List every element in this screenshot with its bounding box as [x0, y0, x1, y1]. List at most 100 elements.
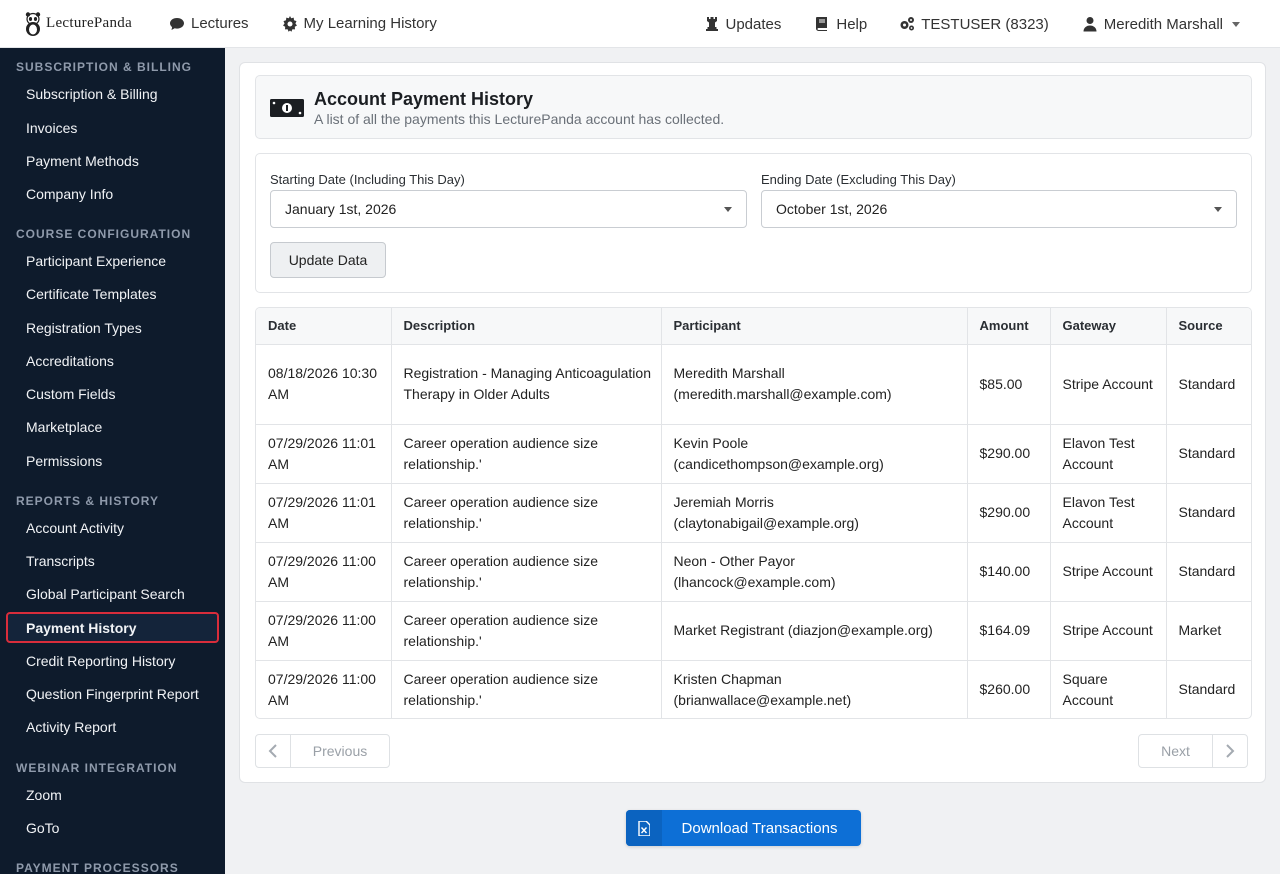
- nav-account[interactable]: TESTUSER (8323): [899, 0, 1049, 48]
- sidebar-section-payment-processors: Payment Processors: [16, 861, 179, 874]
- sidebar-item-custom-fields[interactable]: Custom Fields: [6, 378, 219, 409]
- table-row: 07/29/2026 11:00 AM Career operation aud…: [256, 601, 1251, 661]
- cell-date: 07/29/2026 11:01 AM: [256, 424, 392, 484]
- cell-amount: $260.00: [967, 660, 1051, 718]
- nav-learning-history-label: My Learning History: [303, 15, 437, 32]
- chevron-left-icon: [256, 735, 291, 767]
- cell-description: Career operation audience size relations…: [391, 542, 662, 602]
- nav-user-label: Meredith Marshall: [1103, 15, 1223, 33]
- book-icon: [814, 16, 830, 32]
- sidebar-item-certificate-templates[interactable]: Certificate Templates: [6, 278, 219, 309]
- cell-amount: $140.00: [967, 542, 1051, 602]
- cell-participant: Meredith Marshall (meredith.marshall@exa…: [661, 344, 968, 425]
- sidebar-item-accreditations[interactable]: Accreditations: [6, 345, 219, 376]
- sidebar-item-zoom[interactable]: Zoom: [6, 779, 219, 810]
- cell-source: Standard: [1166, 660, 1251, 718]
- gear-icon: [282, 15, 298, 32]
- payment-history-card: Account Payment History A list of all th…: [239, 62, 1266, 783]
- cell-date: 07/29/2026 11:00 AM: [256, 660, 392, 718]
- sidebar-item-question-fingerprint-report[interactable]: Question Fingerprint Report: [6, 678, 219, 709]
- cell-description: Career operation audience size relations…: [391, 483, 662, 543]
- sidebar: Subscription & Billing Subscription & Bi…: [0, 48, 225, 874]
- column-header-participant[interactable]: Participant: [661, 308, 968, 345]
- sidebar-section-reports-history: Reports & History: [16, 494, 160, 508]
- sidebar-item-credit-reporting-history[interactable]: Credit Reporting History: [6, 645, 219, 676]
- cell-amount: $290.00: [967, 424, 1051, 484]
- sidebar-item-transcripts[interactable]: Transcripts: [6, 545, 219, 576]
- column-header-gateway[interactable]: Gateway: [1050, 308, 1167, 345]
- brand-logo[interactable]: LecturePanda: [0, 0, 160, 48]
- sidebar-section-webinar-integration: Webinar Integration: [16, 761, 178, 775]
- next-page-button[interactable]: Next: [1138, 734, 1248, 768]
- end-date-value: October 1st, 2026: [776, 201, 888, 217]
- page-title: Account Payment History: [314, 89, 534, 109]
- sidebar-item-goto[interactable]: GoTo: [6, 812, 219, 843]
- brand-name: LecturePanda: [46, 15, 133, 31]
- column-header-source[interactable]: Source: [1166, 308, 1251, 345]
- cell-gateway: Elavon Test Account: [1050, 424, 1167, 484]
- sidebar-item-activity-report[interactable]: Activity Report: [6, 711, 219, 742]
- payments-table: Date Description Participant Amount Gate…: [255, 307, 1252, 719]
- cell-amount: $290.00: [967, 483, 1051, 543]
- sidebar-item-participant-experience[interactable]: Participant Experience: [6, 245, 219, 276]
- column-header-description[interactable]: Description: [391, 308, 662, 345]
- cell-gateway: Stripe Account: [1050, 344, 1167, 425]
- sidebar-item-subscription-billing[interactable]: Subscription & Billing: [6, 78, 219, 109]
- table-row: 07/29/2026 11:01 AM Career operation aud…: [256, 424, 1251, 484]
- cell-description: Career operation audience size relations…: [391, 424, 662, 484]
- previous-page-button[interactable]: Previous: [255, 734, 390, 768]
- sidebar-item-marketplace[interactable]: Marketplace: [6, 411, 219, 442]
- column-header-date[interactable]: Date: [256, 308, 392, 345]
- page-subtitle: A list of all the payments this LectureP…: [314, 111, 725, 127]
- chess-rook-icon: [704, 16, 720, 32]
- table-header-row: Date Description Participant Amount Gate…: [256, 308, 1251, 345]
- chevron-down-icon: [1214, 207, 1222, 212]
- cell-gateway: Elavon Test Account: [1050, 483, 1167, 543]
- sidebar-item-payment-methods[interactable]: Payment Methods: [6, 145, 219, 176]
- cell-gateway: Stripe Account: [1050, 601, 1167, 661]
- nav-learning-history[interactable]: My Learning History: [282, 0, 437, 48]
- chevron-right-icon: [1212, 735, 1247, 767]
- sidebar-item-registration-types[interactable]: Registration Types: [6, 312, 219, 343]
- cell-amount: $164.09: [967, 601, 1051, 661]
- date-filter-panel: Starting Date (Including This Day) Janua…: [255, 153, 1252, 293]
- nav-user-menu[interactable]: Meredith Marshall: [1082, 0, 1240, 48]
- cell-date: 07/29/2026 11:00 AM: [256, 542, 392, 602]
- nav-help[interactable]: Help: [814, 0, 867, 48]
- sidebar-item-invoices[interactable]: Invoices: [6, 112, 219, 143]
- panda-logo-icon: [24, 11, 42, 36]
- update-data-button[interactable]: Update Data: [270, 242, 386, 278]
- cell-participant: Market Registrant (diazjon@example.org): [661, 601, 968, 661]
- sidebar-section-course-configuration: Course Configuration: [16, 227, 192, 241]
- nav-updates-label: Updates: [725, 15, 782, 33]
- cell-amount: $85.00: [967, 344, 1051, 425]
- cogs-icon: [899, 16, 915, 32]
- cell-description: Registration - Managing Anticoagulation …: [391, 344, 662, 425]
- nav-account-label: TESTUSER (8323): [921, 15, 1049, 33]
- chevron-down-icon: [1232, 21, 1240, 27]
- file-excel-icon: [626, 810, 662, 846]
- cell-date: 07/29/2026 11:00 AM: [256, 601, 392, 661]
- end-date-label: Ending Date (Excluding This Day): [761, 172, 956, 187]
- page-header: Account Payment History A list of all th…: [255, 75, 1252, 139]
- nav-lectures[interactable]: Lectures: [169, 0, 249, 48]
- start-date-select[interactable]: January 1st, 2026: [270, 190, 747, 228]
- table-row: 07/29/2026 11:01 AM Career operation aud…: [256, 483, 1251, 543]
- sidebar-item-company-info[interactable]: Company Info: [6, 178, 219, 209]
- sidebar-item-payment-history[interactable]: Payment History: [6, 612, 219, 643]
- column-header-amount[interactable]: Amount: [967, 308, 1051, 345]
- comment-icon: [169, 16, 185, 32]
- end-date-select[interactable]: October 1st, 2026: [761, 190, 1237, 228]
- next-label: Next: [1161, 743, 1190, 759]
- table-row: 07/29/2026 11:00 AM Career operation aud…: [256, 542, 1251, 602]
- cell-participant: Kristen Chapman (brianwallace@example.ne…: [661, 660, 968, 718]
- sidebar-item-permissions[interactable]: Permissions: [6, 445, 219, 476]
- sidebar-item-global-participant-search[interactable]: Global Participant Search: [6, 578, 219, 609]
- nav-lectures-label: Lectures: [191, 15, 249, 32]
- sidebar-item-account-activity[interactable]: Account Activity: [6, 512, 219, 543]
- cell-source: Market: [1166, 601, 1251, 661]
- download-transactions-button[interactable]: Download Transactions: [626, 810, 861, 846]
- cell-gateway: Square Account: [1050, 660, 1167, 718]
- cell-date: 08/18/2026 10:30 AM: [256, 344, 392, 425]
- nav-updates[interactable]: Updates: [704, 0, 782, 48]
